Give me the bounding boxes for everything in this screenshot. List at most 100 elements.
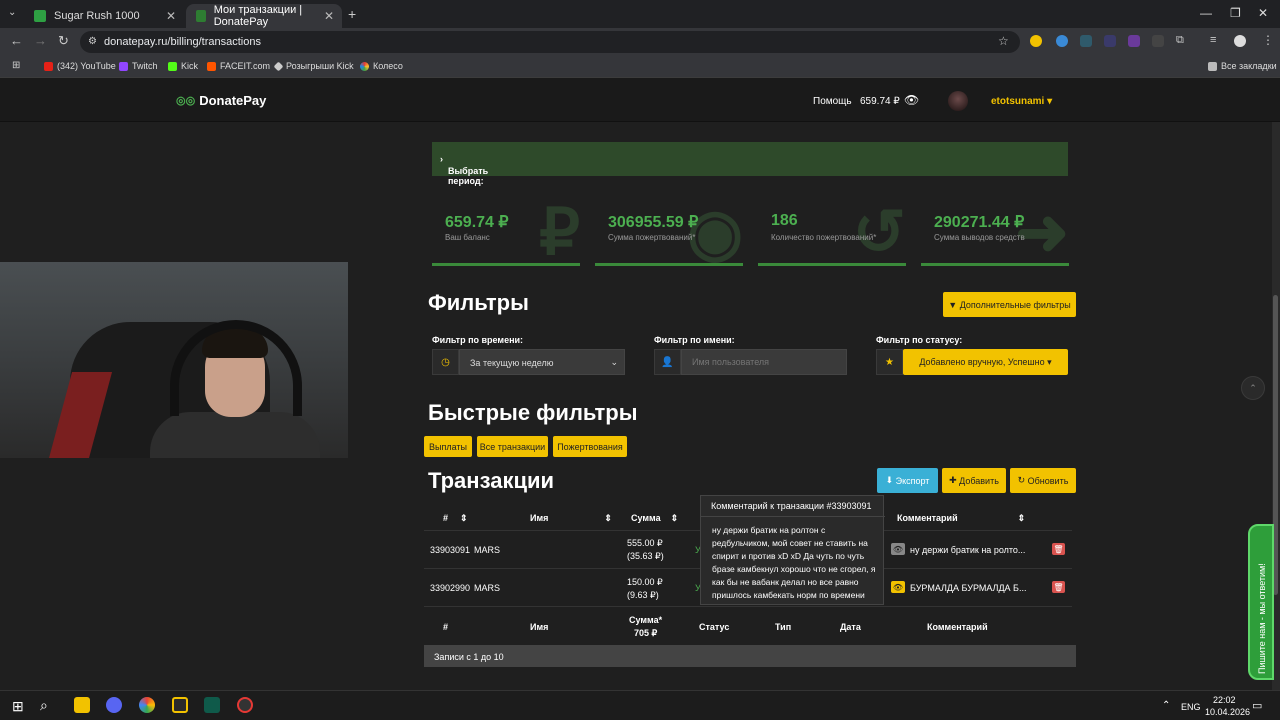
stat-value: 306955.59 ₽ [608,214,699,231]
chrome-icon[interactable] [139,697,155,713]
tab-sugar-rush[interactable]: Sugar Rush 1000 ✕ [24,4,184,28]
period-selector[interactable]: › Выбрать период: [432,142,1068,186]
foot-col-type: Тип [775,622,792,632]
wheel-icon [360,61,369,71]
col-id[interactable]: # ⇕ [443,513,468,524]
windows-start-icon[interactable]: ⊞ [12,698,24,715]
back-icon[interactable]: ← [10,33,23,48]
button-label: Обновить [1027,475,1069,486]
col-comment[interactable]: Комментарий ⇕ [897,513,1025,524]
terminal-icon[interactable] [204,697,220,713]
foot-col-comment: Комментарий [927,622,988,632]
url-text: donatepay.ru/billing/transactions [104,36,261,48]
stat-label: Ваш баланс [445,233,490,242]
app-icon[interactable] [106,697,122,713]
status-filter-select[interactable]: Добавлено вручную, Успешно ▾ [903,349,1068,375]
col-amount[interactable]: Сумма ⇕ [631,513,678,524]
bookmark-star-icon[interactable]: ☆ [998,34,1009,48]
forward-icon[interactable]: → [34,33,47,48]
extension-icon[interactable] [1152,35,1164,47]
bookmark-youtube[interactable]: (342) YouTube [44,61,116,71]
tab-donatepay[interactable]: Мои транзакции | DonatePay ✕ [186,4,342,28]
col-name[interactable]: Имя ⇕ [530,513,612,524]
arrow-icon: ➜ [1015,200,1069,266]
reading-list-icon[interactable]: ≡ [1210,34,1216,46]
file-explorer-icon[interactable] [74,697,90,713]
stat-value: 290271.44 ₽ [934,214,1025,231]
restore-icon[interactable]: ❐ [1230,6,1241,20]
username-dropdown[interactable]: etotsunami ▾ [991,96,1052,107]
language-indicator[interactable]: ENG [1181,702,1201,712]
coin-icon: ◉ [687,200,743,266]
clock-icon: ◷ [432,349,459,375]
scroll-up-icon[interactable]: ⌃ [1241,376,1265,400]
tray-chevron-icon[interactable]: ⌃ [1162,700,1170,711]
more-filters-button[interactable]: ▼ Дополнительные фильтры [943,292,1076,317]
row1-name[interactable]: MARS [474,545,500,555]
stat-donations-count: ↺ 186 Количество пожертвований* [758,200,906,266]
quick-filter-donations[interactable]: Пожертвования [553,436,627,457]
extension-icon[interactable] [1030,35,1042,47]
bookmark-wheel[interactable]: Колесо [360,61,403,71]
reload-icon[interactable]: ↻ [58,33,69,49]
help-link[interactable]: Помощь [813,96,852,107]
extension-icon[interactable] [1080,35,1092,47]
bookmark-label: Все закладки [1221,61,1277,71]
search-icon[interactable]: ⌕ [40,697,48,714]
foot-col-id: # [443,622,449,632]
new-tab-icon[interactable]: + [348,6,356,22]
extensions-puzzle-icon[interactable]: ⧉ [1176,34,1184,47]
bookmark-kick[interactable]: Kick [168,61,198,71]
row2-comment: БУРМАЛДА БУРМАЛДА Б... [910,583,1027,593]
add-button[interactable]: ✚ Добавить [942,468,1006,493]
close-icon[interactable]: ✕ [166,9,176,23]
name-filter-input[interactable] [681,349,847,375]
site-info-icon[interactable]: ⚙ [88,36,97,47]
avatar[interactable] [948,91,968,111]
column-label: Комментарий [897,513,958,523]
quick-filter-payouts[interactable]: Выплаты [424,436,472,457]
obs-icon[interactable] [237,697,253,713]
tab-list-icon[interactable]: ⌄ [8,7,16,18]
stat-balance: ₽ 659.74 ₽ Ваш баланс [432,200,580,266]
sort-icon: ⇕ [670,513,679,523]
extension-icon[interactable] [1056,35,1068,47]
username: etotsunami [991,96,1045,107]
apps-grid-icon[interactable]: ⊞ [12,60,20,71]
trash-icon[interactable]: 🗑 [1052,543,1065,555]
all-bookmarks[interactable]: Все закладки [1208,61,1277,71]
bookmark-kick-giveaways[interactable]: Розыгрыши Kick [273,61,354,71]
menu-kebab-icon[interactable]: ⋮ [1262,33,1274,47]
trash-icon[interactable]: 🗑 [1052,581,1065,593]
eye-icon[interactable]: 👁 [891,581,905,593]
select-value: За текущую неделю [470,358,554,368]
clock-time[interactable]: 22:02 [1213,695,1236,705]
filters-title: Фильтры [428,290,529,315]
app-icon[interactable] [172,697,188,713]
extension-icon[interactable] [1104,35,1116,47]
eye-icon[interactable]: 👁 [891,543,905,555]
chat-widget-tab[interactable]: Пишите нам - мы ответим! [1248,524,1274,680]
extension-icon[interactable] [1128,35,1140,47]
clock-date[interactable]: 10.04.2026 [1205,707,1250,717]
chevron-down-icon: ⌄ [610,357,618,367]
minimize-icon[interactable]: — [1200,6,1212,20]
row2-name[interactable]: MARS [474,583,500,593]
eye-icon[interactable]: 👁 [904,93,919,107]
bookmark-twitch[interactable]: Twitch [119,61,158,71]
quick-filter-all[interactable]: Все транзакции [477,436,548,457]
notifications-icon[interactable]: ▭ [1252,699,1262,712]
refresh-button[interactable]: ↻ Обновить [1010,468,1076,493]
time-filter-select[interactable]: За текущую неделю ⌄ [459,349,625,375]
diamond-icon [273,61,284,71]
close-icon[interactable]: ✕ [324,9,334,23]
site-logo[interactable]: ◎◎ DonatePay [176,93,266,108]
foot-col-status: Статус [699,622,730,632]
row2-id: 33902990 [430,583,471,593]
profile-avatar-icon[interactable] [1234,35,1246,47]
button-label: Дополнительные фильтры [959,299,1071,310]
close-window-icon[interactable]: ✕ [1258,6,1268,20]
export-button[interactable]: ⬇ Экспорт [877,468,938,493]
bookmark-label: Розыгрыши Kick [286,61,354,71]
bookmark-faceit[interactable]: FACEIT.com [207,61,270,71]
